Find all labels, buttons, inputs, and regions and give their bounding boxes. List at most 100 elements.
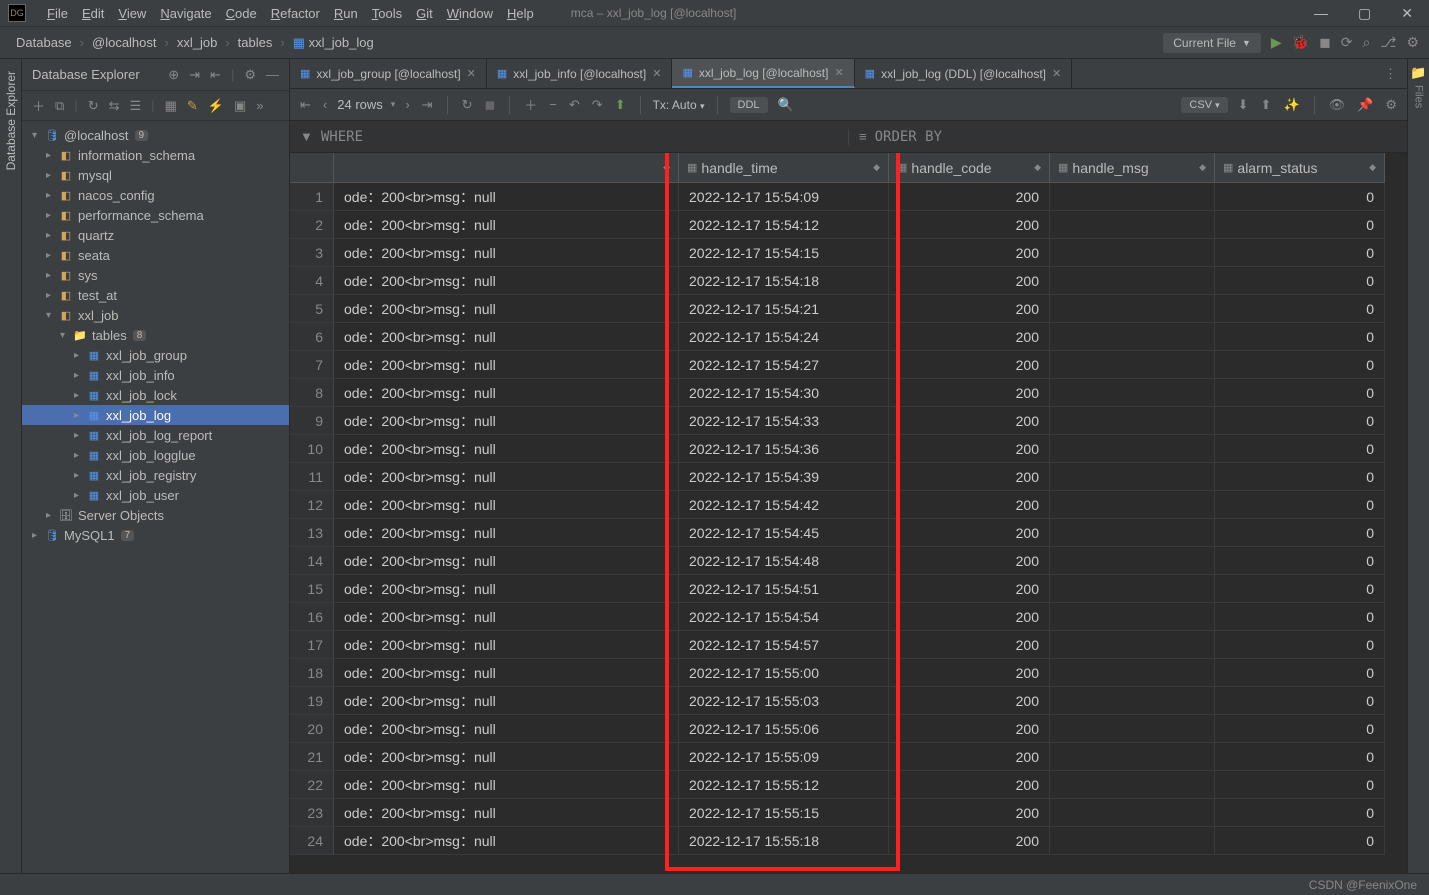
tree-schema-xxl-job[interactable]: ▾◧xxl_job	[22, 305, 289, 325]
tree-schema-performance_schema[interactable]: ▸◧performance_schema	[22, 205, 289, 225]
row-number[interactable]: 15	[290, 575, 334, 603]
cell-alarm-status[interactable]: 0	[1215, 183, 1385, 211]
eye-icon[interactable]: 👁	[1327, 95, 1348, 115]
cell-handle-code[interactable]: 200	[889, 435, 1050, 463]
database-explorer-tool-button[interactable]: Database Explorer	[4, 65, 18, 176]
cell-handle-code[interactable]: 200	[889, 715, 1050, 743]
cell-handle-code[interactable]: 200	[889, 827, 1050, 855]
menu-navigate[interactable]: Navigate	[153, 6, 218, 21]
minimize-button[interactable]: —	[1314, 5, 1328, 22]
cell-msg[interactable]: ode：200<br>msg：null	[334, 211, 679, 239]
tree-table-xxl_job_lock[interactable]: ▸▦xxl_job_lock	[22, 385, 289, 405]
cell-handle-code[interactable]: 200	[889, 519, 1050, 547]
upload-icon[interactable]: ⬆	[1259, 95, 1274, 115]
update-button[interactable]: ⟳	[1341, 34, 1353, 51]
cell-alarm-status[interactable]: 0	[1215, 211, 1385, 239]
cell-alarm-status[interactable]: 0	[1215, 463, 1385, 491]
cell-msg[interactable]: ode：200<br>msg：null	[334, 295, 679, 323]
cell-msg[interactable]: ode：200<br>msg：null	[334, 743, 679, 771]
gear-icon[interactable]: ⚙	[244, 67, 256, 83]
flash-icon[interactable]: ⚡	[208, 98, 224, 114]
cell-msg[interactable]: ode：200<br>msg：null	[334, 687, 679, 715]
cell-handle-msg[interactable]	[1050, 211, 1215, 239]
row-number[interactable]: 22	[290, 771, 334, 799]
cell-handle-code[interactable]: 200	[889, 379, 1050, 407]
menu-git[interactable]: Git	[409, 6, 440, 21]
cell-handle-msg[interactable]	[1050, 435, 1215, 463]
ddl-button[interactable]: DDL	[730, 97, 768, 113]
cell-handle-msg[interactable]	[1050, 407, 1215, 435]
cell-handle-time[interactable]: 2022-12-17 15:55:09	[679, 743, 889, 771]
cell-alarm-status[interactable]: 0	[1215, 435, 1385, 463]
column-header-rownum[interactable]	[290, 153, 334, 183]
tree-table-xxl_job_log_report[interactable]: ▸▦xxl_job_log_report	[22, 425, 289, 445]
cell-alarm-status[interactable]: 0	[1215, 743, 1385, 771]
cell-msg[interactable]: ode：200<br>msg：null	[334, 183, 679, 211]
editor-tab-2[interactable]: ▦xxl_job_log [@localhost]✕	[672, 59, 854, 88]
cell-handle-time[interactable]: 2022-12-17 15:54:21	[679, 295, 889, 323]
cell-handle-time[interactable]: 2022-12-17 15:54:39	[679, 463, 889, 491]
row-number[interactable]: 21	[290, 743, 334, 771]
column-header-alarm-status[interactable]: ▦alarm_status◆	[1215, 153, 1385, 183]
cell-msg[interactable]: ode：200<br>msg：null	[334, 239, 679, 267]
cell-alarm-status[interactable]: 0	[1215, 659, 1385, 687]
debug-button[interactable]: 🐞	[1292, 34, 1309, 51]
refresh-icon[interactable]: ↻	[88, 98, 99, 114]
cell-handle-code[interactable]: 200	[889, 267, 1050, 295]
cell-handle-msg[interactable]	[1050, 351, 1215, 379]
cell-handle-time[interactable]: 2022-12-17 15:54:36	[679, 435, 889, 463]
settings-button[interactable]: ⚙	[1406, 34, 1419, 51]
commit-button[interactable]: ↷	[590, 95, 605, 115]
tree-table-xxl_job_info[interactable]: ▸▦xxl_job_info	[22, 365, 289, 385]
row-number[interactable]: 13	[290, 519, 334, 547]
cell-handle-code[interactable]: 200	[889, 211, 1050, 239]
cell-handle-code[interactable]: 200	[889, 687, 1050, 715]
tree-schema-information_schema[interactable]: ▸◧information_schema	[22, 145, 289, 165]
cell-handle-time[interactable]: 2022-12-17 15:55:06	[679, 715, 889, 743]
cell-handle-time[interactable]: 2022-12-17 15:54:57	[679, 631, 889, 659]
prev-page-button[interactable]: ‹	[321, 95, 329, 114]
breadcrumb-2[interactable]: xxl_job	[171, 33, 223, 52]
cell-handle-code[interactable]: 200	[889, 659, 1050, 687]
row-number[interactable]: 24	[290, 827, 334, 855]
cell-handle-time[interactable]: 2022-12-17 15:54:18	[679, 267, 889, 295]
row-number[interactable]: 7	[290, 351, 334, 379]
files-tool-icon[interactable]: 📁	[1410, 65, 1426, 81]
cell-handle-time[interactable]: 2022-12-17 15:54:45	[679, 519, 889, 547]
row-number[interactable]: 4	[290, 267, 334, 295]
cell-alarm-status[interactable]: 0	[1215, 771, 1385, 799]
cell-msg[interactable]: ode：200<br>msg：null	[334, 799, 679, 827]
cell-alarm-status[interactable]: 0	[1215, 407, 1385, 435]
breadcrumb-4[interactable]: ▦ xxl_job_log	[287, 33, 380, 53]
cell-handle-code[interactable]: 200	[889, 351, 1050, 379]
cell-msg[interactable]: ode：200<br>msg：null	[334, 379, 679, 407]
cell-msg[interactable]: ode：200<br>msg：null	[334, 323, 679, 351]
close-tab-icon[interactable]: ✕	[652, 67, 661, 80]
cell-alarm-status[interactable]: 0	[1215, 547, 1385, 575]
column-header-handle-msg[interactable]: ▦handle_msg◆	[1050, 153, 1215, 183]
row-number[interactable]: 3	[290, 239, 334, 267]
menu-refactor[interactable]: Refactor	[264, 6, 327, 21]
cell-msg[interactable]: ode：200<br>msg：null	[334, 659, 679, 687]
console-icon[interactable]: ▣	[234, 98, 246, 114]
cell-handle-code[interactable]: 200	[889, 295, 1050, 323]
hide-panel-icon[interactable]: —	[266, 67, 279, 83]
cell-alarm-status[interactable]: 0	[1215, 239, 1385, 267]
filter-icon[interactable]: ▼	[300, 129, 313, 144]
next-page-button[interactable]: ›	[403, 95, 411, 114]
cell-msg[interactable]: ode：200<br>msg：null	[334, 575, 679, 603]
cell-handle-code[interactable]: 200	[889, 547, 1050, 575]
row-number[interactable]: 20	[290, 715, 334, 743]
duplicate-icon[interactable]: ⧉	[55, 98, 64, 114]
row-number[interactable]: 2	[290, 211, 334, 239]
cell-handle-msg[interactable]	[1050, 491, 1215, 519]
menu-edit[interactable]: Edit	[75, 6, 111, 21]
cell-handle-msg[interactable]	[1050, 379, 1215, 407]
download-icon[interactable]: ⬇	[1236, 95, 1251, 115]
cell-alarm-status[interactable]: 0	[1215, 827, 1385, 855]
cell-handle-code[interactable]: 200	[889, 799, 1050, 827]
cell-handle-msg[interactable]	[1050, 687, 1215, 715]
tree-schema-sys[interactable]: ▸◧sys	[22, 265, 289, 285]
close-window-button[interactable]: ✕	[1401, 5, 1413, 22]
cell-msg[interactable]: ode：200<br>msg：null	[334, 267, 679, 295]
